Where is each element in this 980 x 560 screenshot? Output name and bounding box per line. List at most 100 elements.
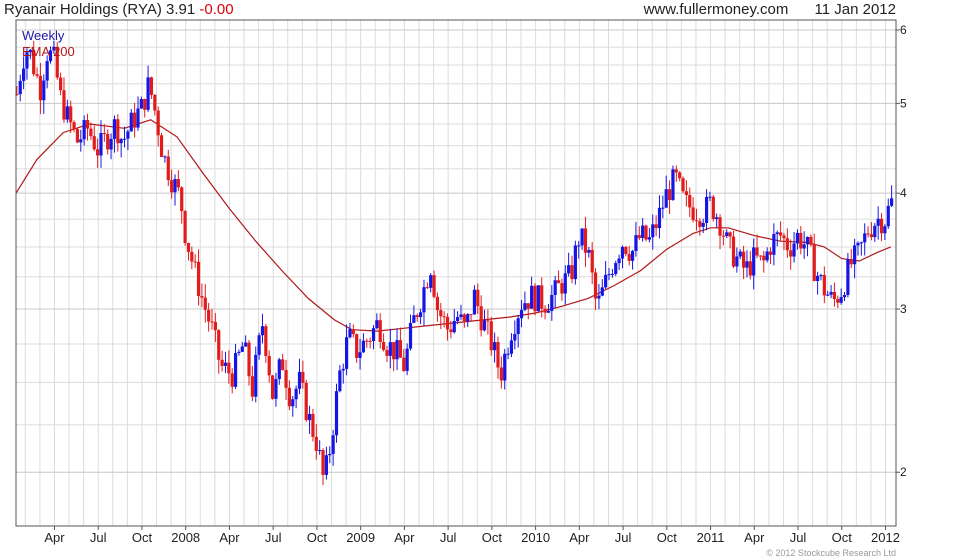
candle-up xyxy=(274,379,278,399)
candle-up xyxy=(328,453,332,456)
candle-up xyxy=(257,335,261,355)
candle-down xyxy=(624,246,628,255)
candle-up xyxy=(671,169,675,201)
candle-down xyxy=(674,169,678,173)
candle-up xyxy=(338,370,342,392)
candle-down xyxy=(462,314,466,322)
candle-up xyxy=(523,303,527,310)
candle-down xyxy=(731,236,736,267)
candle-down xyxy=(782,235,786,239)
candle-down xyxy=(681,178,685,192)
candle-up xyxy=(129,112,133,132)
candle-down xyxy=(590,249,594,273)
candle-down xyxy=(809,236,813,245)
candle-down xyxy=(207,309,211,322)
candle-up xyxy=(745,261,749,268)
candle-down xyxy=(176,179,180,188)
candle-up xyxy=(883,226,887,234)
candle-up xyxy=(291,399,295,407)
y-tick-label: 4 xyxy=(900,186,907,200)
candle-up xyxy=(715,217,719,220)
candle-up xyxy=(553,280,557,295)
candle-up xyxy=(506,353,510,355)
candle-up xyxy=(82,120,86,140)
x-tick-label: Oct xyxy=(482,530,503,545)
candle-down xyxy=(654,224,658,229)
candle-down xyxy=(378,320,382,342)
candle-up xyxy=(530,285,534,309)
x-tick-label: 2008 xyxy=(171,530,200,545)
y-tick-label: 5 xyxy=(900,96,907,110)
candle-down xyxy=(637,235,641,239)
candle-up xyxy=(358,352,362,358)
candle-down xyxy=(698,221,702,227)
candle-up xyxy=(42,80,46,101)
candle-up xyxy=(163,156,167,158)
candle-down xyxy=(711,196,715,220)
candle-up xyxy=(260,326,265,336)
candle-up xyxy=(859,242,863,244)
candle-down xyxy=(560,283,564,294)
candle-up xyxy=(237,351,241,354)
candle-down xyxy=(879,218,884,234)
candle-down xyxy=(270,375,275,399)
candle-down xyxy=(38,75,43,101)
candle-down xyxy=(149,77,154,95)
candle-up xyxy=(664,189,668,208)
candle-up xyxy=(119,139,123,144)
candle-down xyxy=(533,285,537,312)
candle-up xyxy=(375,320,379,329)
candle-down xyxy=(321,450,325,475)
candle-up xyxy=(614,263,618,274)
candle-down xyxy=(678,172,682,179)
candle-up xyxy=(361,340,366,353)
candle-up xyxy=(422,287,426,313)
candle-down xyxy=(247,342,251,377)
candle-up xyxy=(452,320,456,333)
candle-up xyxy=(503,353,507,381)
candle-down xyxy=(741,251,746,268)
candle-up xyxy=(109,138,113,150)
candle-up xyxy=(701,222,705,227)
candle-up xyxy=(829,291,833,295)
candle-down xyxy=(435,296,440,311)
candle-down xyxy=(264,326,268,356)
candle-up xyxy=(620,246,625,259)
candle-up xyxy=(563,273,567,294)
candle-down xyxy=(866,233,870,235)
x-tick-label: Oct xyxy=(657,530,678,545)
candle-down xyxy=(133,112,137,128)
x-tick-label: 2011 xyxy=(697,530,725,545)
candle-down xyxy=(106,133,110,150)
candle-down xyxy=(170,180,174,193)
candle-down xyxy=(402,357,406,371)
price-chart: 2 3 4 5 6 Apr Jul Oct 2008 Apr Jul Oct 2009 Apr Jul Oct… xyxy=(15,19,907,545)
candle-down xyxy=(570,265,574,280)
candle-up xyxy=(765,251,769,261)
candle-down xyxy=(69,106,73,123)
candle-down xyxy=(166,156,170,181)
candle-down xyxy=(96,149,100,156)
candle-down xyxy=(92,136,96,150)
candle-up xyxy=(240,346,244,352)
candle-down xyxy=(476,289,480,307)
candle-up xyxy=(876,218,880,226)
candle-down xyxy=(159,135,164,157)
candle-up xyxy=(735,256,739,267)
candle-up xyxy=(805,236,810,245)
candle-down xyxy=(442,316,446,318)
candle-down xyxy=(213,321,217,331)
candle-down xyxy=(203,297,207,310)
candle-up xyxy=(408,322,413,349)
candle-down xyxy=(392,342,396,360)
candle-up xyxy=(846,259,850,295)
candle-up xyxy=(341,368,345,371)
x-tick-label: Oct xyxy=(132,530,153,545)
candle-up xyxy=(890,198,894,206)
candle-down xyxy=(116,119,120,144)
candle-up xyxy=(18,80,22,95)
candle-down xyxy=(667,189,672,201)
candle-down xyxy=(62,90,66,120)
candle-down xyxy=(486,320,490,322)
candle-down xyxy=(721,235,726,237)
